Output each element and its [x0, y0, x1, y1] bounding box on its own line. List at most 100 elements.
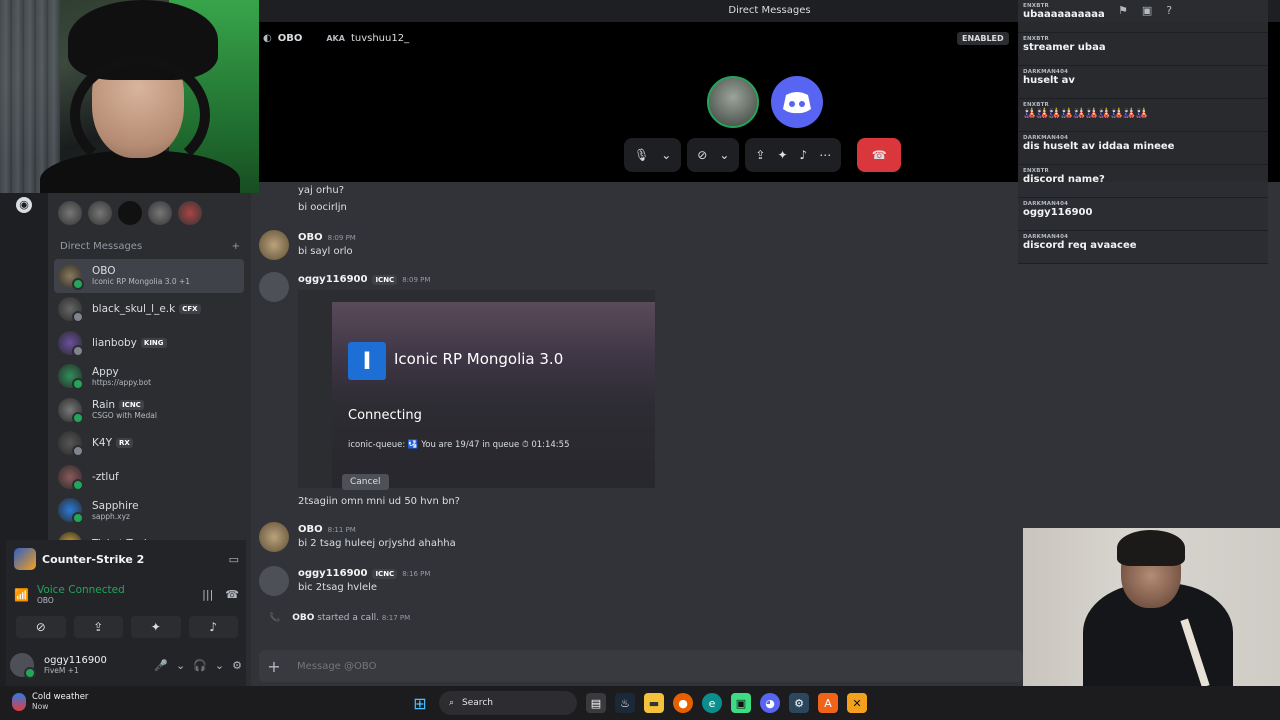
dm-item-text: lianboby KING [92, 337, 167, 349]
dm-item[interactable]: OBO Iconic RP Mongolia 3.0 +1 [54, 259, 244, 293]
taskbar-search[interactable]: ⌕ Search [439, 691, 577, 715]
chevron-down-icon[interactable]: ⌄ [215, 659, 224, 672]
message-header: OBO 8:11 PM [298, 524, 356, 535]
camera-toggle[interactable]: ⊘ ⌄ [687, 138, 740, 172]
avatar[interactable] [259, 566, 289, 596]
android-app-icon[interactable]: ▣ [731, 693, 751, 713]
video-off-icon[interactable]: ⊘ [697, 148, 707, 162]
avatar[interactable] [259, 522, 289, 552]
mic-toggle[interactable]: 🎙 ⌄ [624, 138, 682, 172]
edge-icon[interactable]: e [702, 693, 722, 713]
user-name[interactable]: oggy116900 [44, 655, 107, 666]
cancel-button: Cancel [342, 474, 389, 490]
message-author[interactable]: OBO [298, 524, 323, 535]
avatar[interactable] [259, 272, 289, 302]
avatar[interactable] [118, 201, 142, 225]
dm-item[interactable]: Sapphire sapph.xyz [54, 494, 244, 528]
voice-panel: Counter-Strike 2 ▭ 📶 Voice Connected OBO… [6, 540, 246, 686]
weather-widget[interactable]: Cold weather Now [12, 692, 88, 712]
activity-row: Counter-Strike 2 ▭ [14, 548, 239, 570]
mic-icon[interactable]: 🎙 [634, 148, 649, 162]
taskbar-apps: ⊞ ⌕ Search ▤ ♨ ▬ ● e ▣ ◕ ⚙ A ✕ [410, 691, 867, 715]
message-text: bi 2 tsag huleej orjyshd ahahha [298, 538, 456, 549]
avatar[interactable] [178, 201, 202, 225]
discord-logo-icon [783, 92, 811, 114]
guild-tag: CFX [179, 304, 201, 315]
participant-avatar[interactable] [771, 76, 823, 128]
hangup-button[interactable]: ☎ [857, 138, 902, 172]
flag-icon[interactable]: ⚑ [1118, 4, 1128, 17]
message-text: bi oocirljn [298, 202, 347, 213]
chevron-down-icon[interactable]: ⌄ [719, 148, 729, 162]
message-author[interactable]: OBO [298, 232, 323, 243]
call-time: 8:17 PM [381, 614, 411, 622]
dm-item[interactable]: Appy https://appy.bot [54, 360, 244, 394]
create-dm-button[interactable]: + [232, 241, 240, 252]
avatar[interactable] [259, 230, 289, 260]
chevron-down-icon[interactable]: ⌄ [661, 148, 671, 162]
guild-tag: RX [115, 438, 133, 449]
app-tile-icon[interactable]: ✕ [847, 693, 867, 713]
steam-app-icon[interactable]: ⚙ [789, 693, 809, 713]
message-author[interactable]: oggy116900 [298, 274, 367, 285]
participant-avatar[interactable] [707, 76, 759, 128]
headphones-icon[interactable]: 🎧 [193, 659, 207, 672]
steam-icon[interactable]: ♨ [615, 693, 635, 713]
disconnect-icon[interactable]: ☎ [225, 588, 239, 601]
file-explorer-icon[interactable]: ▬ [644, 693, 664, 713]
dm-item[interactable]: -ztluf [54, 460, 244, 494]
dm-item-name-row: Appy [92, 366, 151, 378]
mic-icon[interactable]: 🎤 [154, 659, 168, 672]
dm-item[interactable]: black_skul_l_e.k CFX [54, 293, 244, 327]
stream-chat-text: dis huselt av iddaa mineee [1023, 141, 1175, 152]
message-author[interactable]: oggy116900 [298, 568, 367, 579]
message-text: bi sayl orlo [298, 246, 353, 257]
windows-start-icon[interactable]: ⊞ [410, 693, 430, 713]
camera-off-button[interactable]: ⊘ [16, 616, 66, 638]
noise-suppression-icon[interactable]: ||| [202, 588, 213, 601]
dm-item[interactable]: lianboby KING [54, 326, 244, 360]
avatar[interactable] [88, 201, 112, 225]
chevron-down-icon[interactable]: ⌄ [176, 659, 185, 672]
dm-item[interactable]: K4Y RX [54, 427, 244, 461]
search-icon: ⌕ [449, 698, 455, 708]
activities-button[interactable]: ✦ [131, 616, 181, 638]
app-a-icon[interactable]: A [818, 693, 838, 713]
discord-home-icon[interactable]: ◉ [16, 197, 32, 213]
inbox-icon[interactable]: ▣ [1142, 4, 1152, 17]
voice-buttons: ⊘ ⇪ ✦ ♪ [16, 616, 238, 638]
message-composer: + [259, 646, 1023, 686]
image-embed[interactable]: I Iconic RP Mongolia 3.0 Connecting icon… [298, 290, 655, 490]
soundboard-icon[interactable]: ♪ [800, 148, 808, 162]
call-user[interactable]: OBO [278, 33, 303, 44]
discord-taskbar-icon[interactable]: ◕ [760, 693, 780, 713]
soundboard-button[interactable]: ♪ [188, 616, 238, 638]
firefox-icon[interactable]: ● [673, 693, 693, 713]
gear-icon[interactable]: ⚙ [232, 659, 242, 672]
message-header: OBO 8:09 PM [298, 232, 356, 243]
voice-status[interactable]: Voice Connected [37, 584, 125, 596]
dm-item-name-row: K4Y RX [92, 437, 133, 449]
dm-item-name: OBO [92, 265, 116, 278]
webcam-headset [70, 55, 210, 175]
dm-item-name-row: OBO [92, 265, 190, 277]
avatar[interactable] [58, 201, 82, 225]
call-author[interactable]: OBO [292, 613, 314, 623]
signal-icon[interactable]: 📶 [14, 588, 29, 602]
message-input[interactable] [297, 660, 897, 672]
more-icon[interactable]: ⋯ [819, 148, 831, 162]
dm-item-text: Rain ICNC CSGO with Medal [92, 399, 157, 420]
attach-plus-icon[interactable]: + [259, 657, 289, 676]
user-avatar[interactable] [10, 653, 36, 679]
task-view-icon[interactable]: ▤ [586, 693, 606, 713]
avatar[interactable] [148, 201, 172, 225]
screen-share-icon[interactable]: ⇪ [755, 148, 765, 162]
activities-icon[interactable]: ✦ [777, 148, 787, 162]
screen-share-button[interactable]: ⇪ [73, 616, 123, 638]
user-icon: ◐ [263, 32, 272, 44]
activity-icon[interactable]: ▭ [229, 553, 239, 566]
dm-item[interactable]: Rain ICNC CSGO with Medal [54, 393, 244, 427]
embedded-screenshot: I Iconic RP Mongolia 3.0 Connecting icon… [332, 302, 655, 490]
guild-tag: ICNC [372, 568, 398, 579]
help-icon[interactable]: ? [1166, 4, 1172, 17]
